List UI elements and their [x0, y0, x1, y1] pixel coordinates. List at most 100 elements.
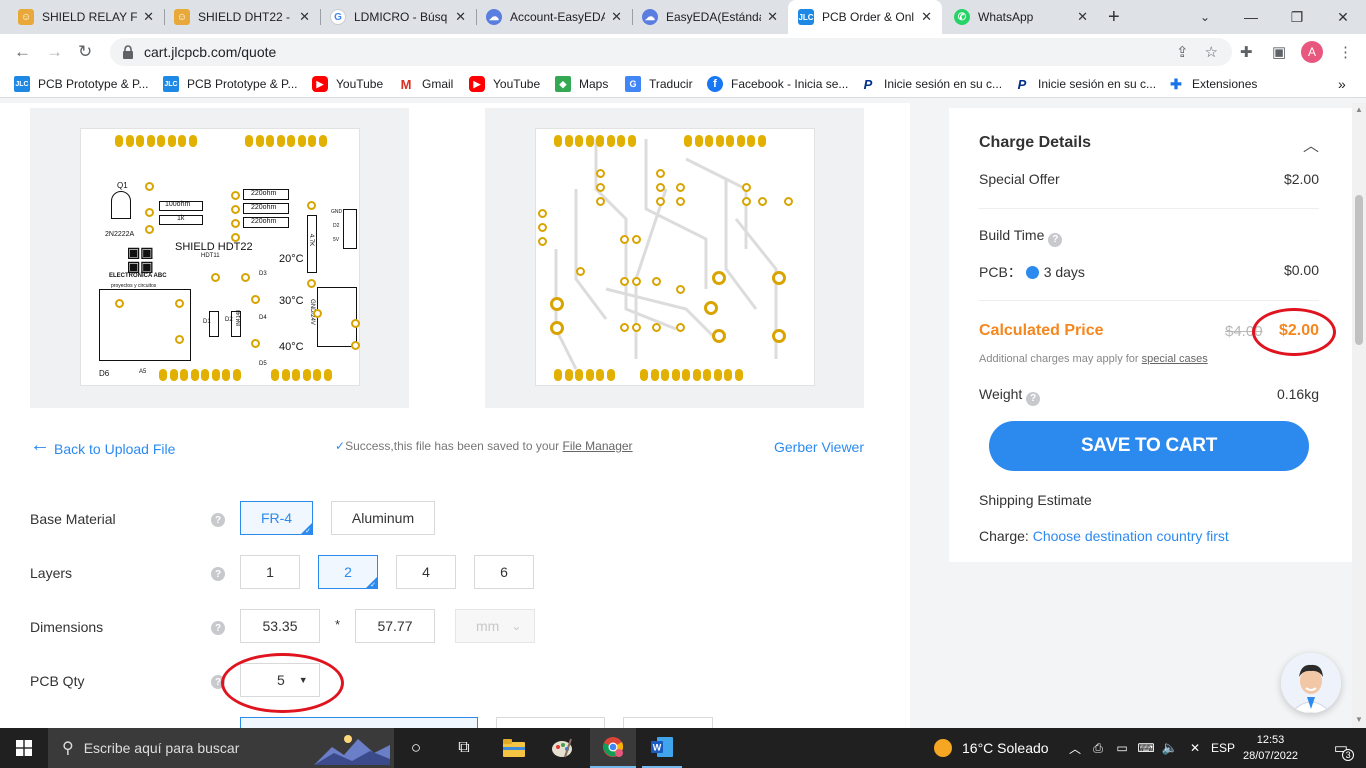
close-icon[interactable]: ✕ — [611, 9, 622, 25]
help-icon[interactable]: ? — [1048, 232, 1063, 247]
base-material-fr4-option[interactable]: FR-4 ✓ — [240, 501, 313, 535]
help-icon[interactable]: ? — [211, 567, 225, 581]
back-to-upload-link[interactable]: ← Back to Upload File — [30, 434, 175, 458]
word-icon[interactable]: W — [642, 728, 682, 768]
bookmark-item[interactable]: ◆ Maps — [555, 76, 608, 92]
close-icon[interactable]: ✕ — [143, 9, 154, 25]
extensions-puzzle-icon[interactable]: ✚ — [1240, 43, 1253, 61]
choose-country-link[interactable]: Choose destination country first — [1033, 528, 1229, 544]
forward-arrow-icon[interactable]: → — [46, 42, 63, 62]
page-scrollbar[interactable]: ▲ ▼ — [1352, 103, 1366, 728]
pcb-hole — [307, 201, 316, 210]
bookmark-item[interactable]: f Facebook - Inicia se... — [707, 76, 848, 92]
bookmark-item[interactable]: M Gmail — [398, 76, 453, 92]
chat-support-avatar[interactable] — [1281, 653, 1341, 713]
dimension-height-input[interactable]: 57.77 — [355, 609, 435, 643]
new-tab-plus-icon[interactable]: + — [1108, 6, 1120, 29]
tab-shield-relay[interactable]: ☺ SHIELD RELAY FO ✕ — [8, 0, 164, 34]
help-icon[interactable]: ? — [211, 621, 225, 635]
battery-icon[interactable]: ▭ — [1112, 728, 1132, 768]
next-option[interactable] — [496, 717, 605, 728]
restore-icon[interactable]: ❐ — [1274, 0, 1320, 34]
close-icon[interactable]: ✕ — [767, 9, 778, 25]
tab-whatsapp[interactable]: ✆ WhatsApp ✕ — [944, 0, 1098, 34]
next-option-selected[interactable] — [240, 717, 478, 728]
bookmark-item[interactable]: ▶ YouTube — [312, 76, 383, 92]
share-icon[interactable]: ⇪ — [1176, 43, 1189, 61]
base-material-aluminum-option[interactable]: Aluminum — [331, 501, 435, 535]
bookmark-item[interactable]: JLC PCB Prototype & P... — [14, 76, 149, 92]
pcb-hole — [115, 299, 124, 308]
scroll-down-icon[interactable]: ▼ — [1355, 715, 1363, 724]
side-panel-icon[interactable]: ▣ — [1272, 43, 1286, 61]
profile-avatar[interactable]: A — [1301, 41, 1323, 63]
bookmark-item[interactable]: P Inicie sesión en su c... — [860, 76, 1002, 92]
taskbar-clock[interactable]: 12:53 28/07/2022 — [1243, 732, 1298, 764]
gerber-viewer-link[interactable]: Gerber Viewer — [774, 439, 864, 455]
help-icon[interactable]: ? — [1026, 391, 1041, 406]
menu-kebab-icon[interactable]: ⋮ — [1338, 43, 1353, 61]
close-icon[interactable]: ✕ — [299, 9, 310, 25]
save-to-cart-button[interactable]: SAVE TO CART — [989, 421, 1309, 471]
pcb-hole — [313, 309, 322, 318]
layers-4-option[interactable]: 4 — [396, 555, 456, 589]
paint-icon[interactable] — [542, 728, 582, 768]
file-explorer-icon[interactable] — [494, 728, 534, 768]
cortana-circle-icon[interactable]: ○ — [396, 728, 436, 768]
pcb-hole — [620, 323, 629, 332]
taskbar-search-box[interactable]: ⚲ Escribe aquí para buscar — [48, 728, 394, 768]
chrome-taskbar-icon[interactable] — [590, 728, 636, 768]
tab-ldmicro[interactable]: G LDMICRO - Búsq ✕ — [320, 0, 476, 34]
tab-search-chevron-icon[interactable]: ⌄ — [1182, 0, 1228, 34]
bookmark-item[interactable]: P Inicie sesión en su c... — [1014, 76, 1156, 92]
pcb-hole — [652, 323, 661, 332]
bookmark-item[interactable]: ▶ YouTube — [469, 76, 540, 92]
layers-2-option[interactable]: 2 ✓ — [318, 555, 378, 589]
collapse-chevron-icon[interactable]: ︿ — [1303, 132, 1319, 156]
tab-pcb-order[interactable]: JLC PCB Order & Onl ✕ — [788, 0, 942, 34]
pcb-hole — [620, 277, 629, 286]
bookmark-star-icon[interactable]: ☆ — [1205, 43, 1218, 61]
pcb-hole — [351, 341, 360, 350]
weather-widget[interactable]: 16°C Soleado — [934, 728, 1060, 768]
bookmark-item[interactable]: G Traducir — [625, 76, 693, 92]
pcb-build-option[interactable]: PCB： 3 days — [979, 262, 1085, 282]
dimension-unit-select[interactable]: mm ⌄ — [455, 609, 535, 643]
shield-icon: ☺ — [174, 9, 190, 25]
file-manager-link[interactable]: File Manager — [563, 439, 633, 453]
reload-icon[interactable]: ↻ — [78, 42, 92, 62]
layers-6-option[interactable]: 6 — [474, 555, 534, 589]
volume-icon[interactable]: 🔈 — [1160, 728, 1180, 768]
tab-title: EasyEDA(Estánda — [666, 10, 762, 24]
address-bar[interactable]: cart.jlcpcb.com/quote ⇪ ☆ — [110, 38, 1232, 66]
pcb-pad — [323, 369, 332, 381]
task-view-icon[interactable]: ⧉ — [444, 728, 484, 768]
tab-account-easyeda[interactable]: ☁ Account-EasyEDA ✕ — [476, 0, 632, 34]
back-arrow-icon[interactable]: ← — [14, 42, 31, 62]
notifications-icon[interactable]: ▭ 3 — [1316, 728, 1366, 768]
help-icon[interactable]: ? — [211, 513, 225, 527]
network-icon[interactable]: ⌨ — [1136, 728, 1156, 768]
bookmark-item[interactable]: JLC PCB Prototype & P... — [163, 76, 298, 92]
scrollbar-thumb[interactable] — [1355, 195, 1363, 345]
bookmarks-overflow-icon[interactable]: » — [1338, 76, 1346, 92]
close-icon[interactable]: ✕ — [455, 9, 466, 25]
chevron-up-icon[interactable]: ︿ — [1066, 728, 1084, 768]
dimension-width-input[interactable]: 53.35 — [240, 609, 320, 643]
close-icon[interactable]: ✕ — [1077, 9, 1088, 25]
wifi-off-icon[interactable]: ✕ — [1184, 728, 1206, 768]
tab-easyeda-standard[interactable]: ☁ EasyEDA(Estánda ✕ — [632, 0, 788, 34]
minimize-icon[interactable]: — — [1228, 0, 1274, 34]
pcb-pad — [136, 135, 144, 147]
tab-shield-dht22[interactable]: ☺ SHIELD DHT22 - ✕ — [164, 0, 320, 34]
special-cases-link[interactable]: special cases — [1142, 353, 1208, 365]
close-icon[interactable]: ✕ — [921, 9, 932, 25]
scroll-up-icon[interactable]: ▲ — [1355, 105, 1363, 114]
device-icon[interactable]: ⎙ — [1088, 728, 1108, 768]
language-indicator[interactable]: ESP — [1210, 728, 1236, 768]
layers-1-option[interactable]: 1 — [240, 555, 300, 589]
bookmark-item[interactable]: ✚ Extensiones — [1168, 76, 1257, 92]
next-option[interactable] — [623, 717, 713, 728]
window-close-icon[interactable]: ✕ — [1320, 0, 1366, 34]
windows-start-icon[interactable] — [0, 728, 48, 768]
